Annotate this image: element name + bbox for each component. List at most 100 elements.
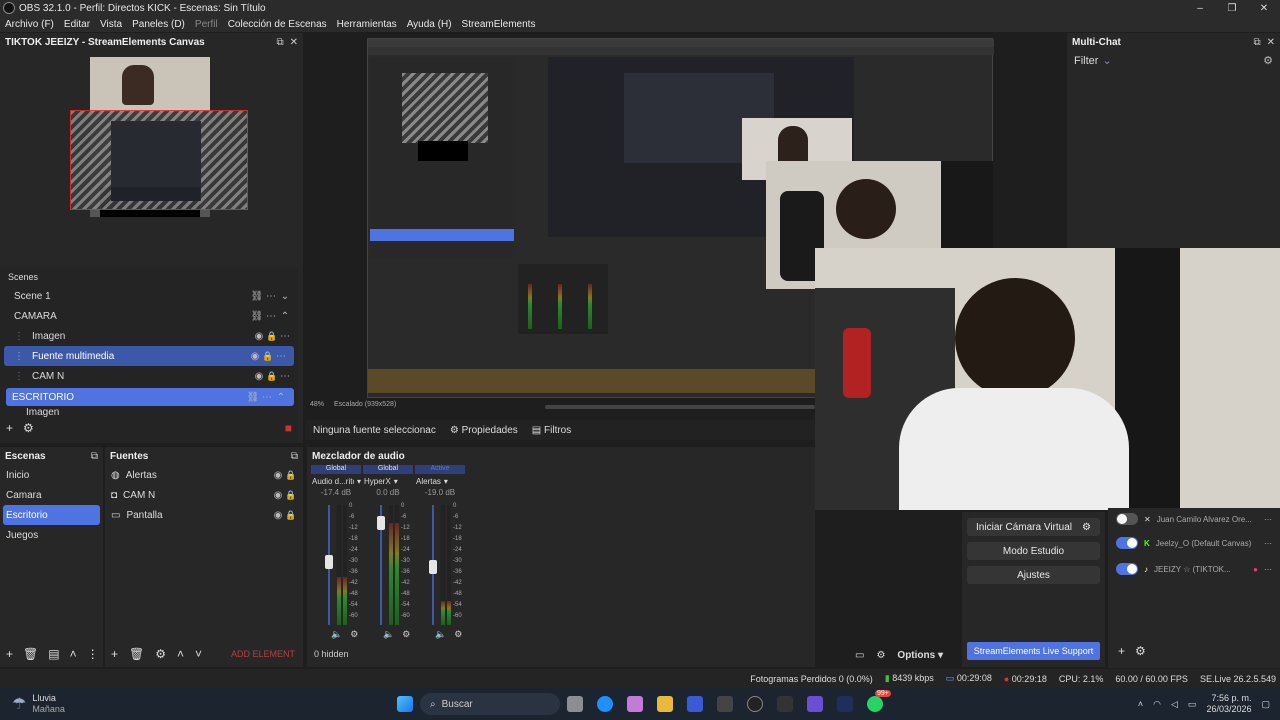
whatsapp-icon[interactable]: 99+ [867, 690, 891, 712]
virtual-camera-button[interactable]: Iniciar Cámara Virtual ⚙ [967, 518, 1100, 536]
scene-list-item-selected[interactable]: Escritorio [3, 505, 100, 525]
copilot-icon[interactable] [627, 696, 643, 712]
eye-icon[interactable]: ◉ [271, 510, 285, 521]
source-list-item[interactable]: ◘ CAM N ◉ 🔒 [105, 485, 303, 505]
taskbar-search[interactable]: ⌕ Buscar [420, 693, 560, 715]
fader-knob[interactable] [377, 516, 385, 530]
chevron-up-icon[interactable]: ⌃ [274, 392, 288, 403]
fader-knob[interactable] [325, 554, 333, 569]
studio-mode-button[interactable]: Modo Estudio [967, 542, 1100, 560]
layout-icon[interactable]: ▭ [855, 650, 864, 661]
trash-icon[interactable]: 🗑 [23, 647, 38, 661]
up-icon[interactable]: ˄ [177, 647, 184, 661]
maximize-button[interactable]: ❐ [1216, 3, 1248, 14]
lock-icon[interactable]: 🔒 [285, 510, 297, 521]
close-icon[interactable]: ✕ [290, 37, 298, 48]
settings-icon[interactable]: ⚙ [350, 629, 358, 640]
add-icon[interactable]: + [6, 647, 13, 661]
scene-item[interactable]: Scene 1 ⛓ ⋯ ⌄ [0, 286, 298, 306]
dropdown-icon[interactable]: ▾ [357, 477, 361, 486]
channel-name-row[interactable]: HyperX ▾ [363, 474, 413, 488]
speaker-icon[interactable]: 🔈 [331, 629, 342, 640]
capcut-icon[interactable] [777, 696, 793, 712]
app-icon[interactable] [807, 696, 823, 712]
menu-streamelements[interactable]: StreamElements [457, 19, 541, 30]
chevron-down-icon[interactable]: ⌄ [278, 291, 292, 302]
more-icon[interactable]: ⋮ [87, 647, 99, 661]
settings-button[interactable]: Ajustes [967, 566, 1100, 584]
menu-vista[interactable]: Vista [95, 19, 127, 30]
more-icon[interactable]: ⋯ [1264, 539, 1272, 548]
source-list-item[interactable]: ◍ Alertas ◉ 🔒 [105, 465, 303, 485]
properties-button[interactable]: ⚙ Propiedades [450, 425, 518, 436]
menu-herramientas[interactable]: Herramientas [332, 19, 402, 30]
speaker-icon[interactable]: 🔈 [435, 629, 446, 640]
zoom-label[interactable]: 48% [310, 401, 324, 408]
notifications-icon[interactable]: ▢ [1261, 699, 1270, 710]
add-icon[interactable]: + [111, 647, 118, 661]
preview-scrollbar[interactable] [545, 405, 815, 409]
more-icon[interactable]: ⋯ [1264, 515, 1272, 524]
menu-perfil[interactable]: Perfil [190, 19, 223, 30]
record-icon[interactable]: ■ [285, 421, 292, 435]
live-support-button[interactable]: StreamElements Live Support [967, 642, 1100, 660]
more-icon[interactable]: ⋯ [260, 392, 274, 403]
output-row[interactable]: K Jeelzy_O (Default Canvas) ⋯ [1108, 530, 1280, 556]
eye-icon[interactable]: ◉ [271, 470, 285, 481]
source-list-item[interactable]: ▭ Pantalla ◉ 🔒 [105, 505, 303, 525]
link-icon[interactable]: ⛓ [250, 291, 264, 302]
multichat-filter[interactable]: Filter ⌄ ⚙ [1067, 51, 1280, 70]
output-toggle[interactable] [1116, 537, 1138, 549]
dropdown-icon[interactable]: ▾ [394, 477, 398, 486]
store-icon[interactable] [687, 696, 703, 712]
obs-taskbar-icon[interactable] [747, 696, 763, 712]
app-icon[interactable] [717, 696, 733, 712]
lock-icon[interactable]: 🔒 [285, 490, 297, 501]
source-item-selected[interactable]: ⋮ Fuente multimedia ◉ 🔒 ⋯ [4, 346, 294, 366]
output-toggle[interactable] [1116, 513, 1138, 525]
minimize-button[interactable]: – [1184, 3, 1216, 14]
filter-icon[interactable]: ▤ [48, 647, 59, 661]
add-icon[interactable]: + [6, 421, 13, 435]
scale-label[interactable]: Escalado (939x528) [334, 401, 396, 408]
lock-icon[interactable]: 🔒 [262, 351, 274, 362]
close-icon[interactable]: ✕ [1267, 37, 1275, 48]
gear-icon[interactable]: ⚙ [23, 421, 34, 435]
volume-icon[interactable]: ◁ [1171, 699, 1178, 710]
eye-icon[interactable]: ◉ [252, 371, 266, 382]
more-icon[interactable]: ⋯ [1264, 565, 1272, 574]
float-icon[interactable]: ⧉ [91, 451, 98, 462]
settings-wheel-icon[interactable]: ⚙ [876, 650, 885, 661]
settings-icon[interactable]: ⚙ [402, 629, 410, 640]
eye-icon[interactable]: ◉ [248, 351, 262, 362]
folder-icon[interactable] [657, 696, 673, 712]
menu-ayuda[interactable]: Ayuda (H) [402, 19, 457, 30]
battery-icon[interactable]: ▭ [1188, 699, 1197, 710]
output-row[interactable]: ✕ Juan Camilo Alvarez Ore... ⋯ [1108, 508, 1280, 530]
menu-editar[interactable]: Editar [59, 19, 95, 30]
add-icon[interactable]: + [1118, 644, 1125, 658]
group-item[interactable]: CAMARA ⛓ ⋯ ⌃ [0, 306, 298, 326]
add-element-button[interactable]: ADD ELEMENT [231, 649, 295, 659]
clock[interactable]: 7:56 p. m. 26/03/2026 [1206, 693, 1251, 715]
float-icon[interactable]: ⧉ [276, 37, 283, 48]
down-icon[interactable]: ˅ [195, 647, 202, 661]
source-item[interactable]: ⋮ Imagen ◉ 🔒 ⋯ [0, 326, 298, 346]
source-item[interactable]: ⋮ CAM N ◉ 🔒 ⋯ [0, 366, 298, 386]
link-icon[interactable]: ⛓ [250, 311, 264, 322]
output-toggle[interactable] [1116, 563, 1138, 575]
link-icon[interactable]: ⛓ [246, 392, 260, 403]
wifi-icon[interactable]: ◠ [1153, 699, 1161, 710]
float-icon[interactable]: ⧉ [291, 451, 298, 462]
menu-archivo[interactable]: Archivo (F) [0, 19, 59, 30]
task-view-icon[interactable] [567, 696, 583, 712]
more-icon[interactable]: ⋯ [264, 291, 278, 302]
channel-name-row[interactable]: Audio d...ritorio ▾ [311, 474, 361, 488]
more-icon[interactable]: ⋯ [264, 311, 278, 322]
scene-list-item[interactable]: Camara [0, 485, 103, 505]
up-icon[interactable]: ˄ [70, 647, 77, 661]
close-button[interactable]: ✕ [1248, 3, 1280, 14]
speaker-icon[interactable]: 🔈 [383, 629, 394, 640]
settings-icon[interactable]: ⚙ [454, 629, 462, 640]
scene-list-item[interactable]: Inicio [0, 465, 103, 485]
